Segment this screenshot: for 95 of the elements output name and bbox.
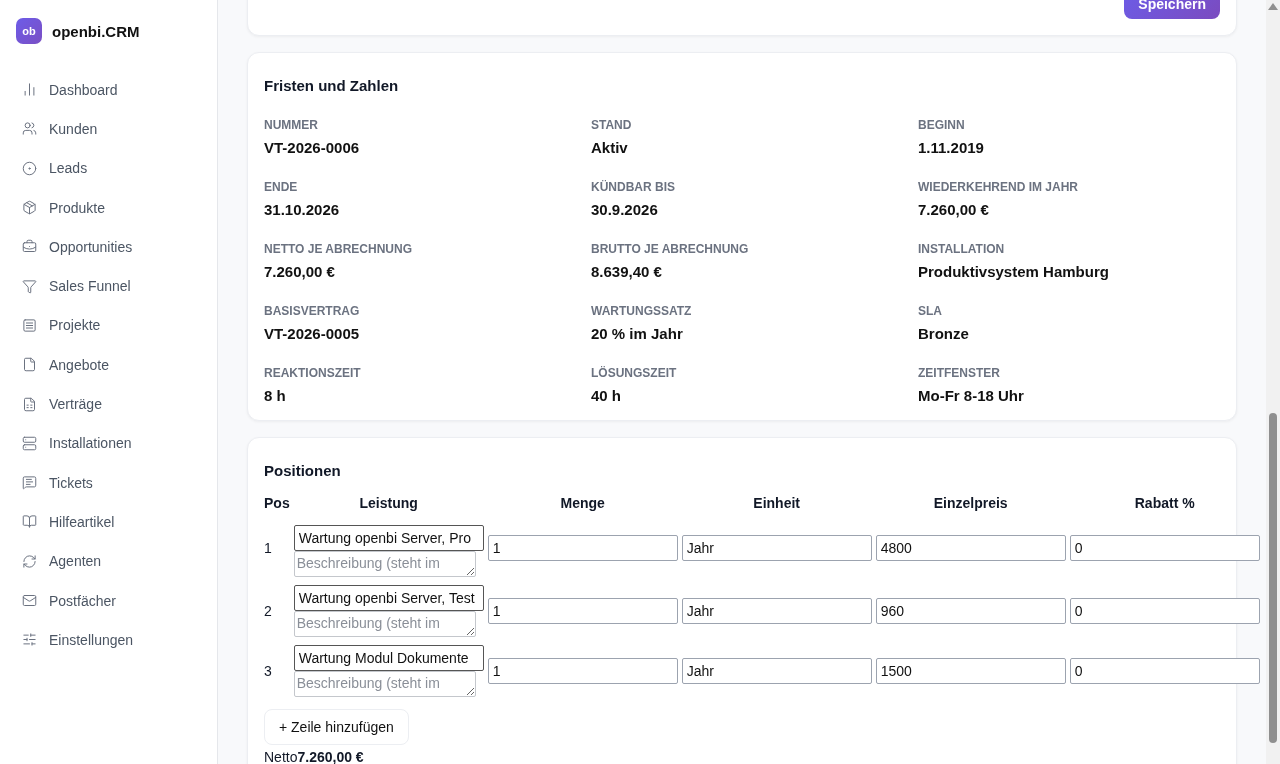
sidebar-item[interactable]: Sales Funnel: [16, 266, 201, 306]
field-value: VT-2026-0006: [264, 139, 361, 156]
field-label: WARTUNGSSATZ: [591, 304, 693, 318]
sidebar-item[interactable]: Einstellungen: [16, 620, 201, 660]
description-field[interactable]: Beschreibung (steht im: [293, 611, 476, 637]
description-field[interactable]: Beschreibung (steht im: [293, 671, 476, 697]
scroll-up-icon[interactable]: [1268, 2, 1278, 10]
field-label: ZEITFENSTER: [918, 366, 1001, 380]
quantity-field[interactable]: 1: [487, 658, 678, 684]
field-value: 1.11.2019: [918, 139, 985, 156]
sidebar-item[interactable]: Postfächer: [16, 580, 201, 621]
file-icon: [22, 357, 37, 373]
server-icon: [22, 435, 37, 451]
position-number: 3: [264, 662, 273, 681]
target-icon: [22, 160, 37, 176]
field-label: NETTO JE ABRECHNUNG: [264, 242, 413, 256]
unit-field[interactable]: Jahr: [681, 598, 872, 624]
field-label: REAKTIONSZEIT: [264, 366, 362, 380]
sidebar-item[interactable]: Angebote: [16, 345, 201, 385]
field-value: Bronze: [918, 325, 970, 342]
field-label: ENDE: [264, 180, 299, 194]
settings-icon: [22, 632, 37, 648]
field-value: 7.260,00 €: [264, 263, 336, 280]
field-value: 8.639,40 €: [591, 263, 663, 280]
sidebar-item[interactable]: Installationen: [16, 423, 201, 463]
mail-icon: [22, 593, 37, 608]
field-label: LÖSUNGSZEIT: [591, 366, 678, 380]
field-label: STAND: [591, 118, 633, 132]
field-value: 7.260,00 €: [918, 201, 990, 218]
filter-icon: [22, 278, 37, 294]
app-name: openbi.CRM: [52, 22, 140, 40]
list-icon: [22, 317, 37, 333]
price-field[interactable]: 4800: [875, 535, 1066, 561]
chart-icon: [22, 82, 37, 98]
quantity-field[interactable]: 1: [487, 598, 678, 624]
sidebar-item[interactable]: Tickets: [16, 462, 201, 503]
field-value: 20 % im Jahr: [591, 325, 684, 342]
unit-field[interactable]: Jahr: [681, 535, 872, 561]
book-icon: [22, 514, 37, 530]
discount-field[interactable]: 0: [1069, 535, 1260, 561]
service-field[interactable]: Wartung Modul Dokumente: [293, 645, 484, 671]
briefcase-icon: [22, 239, 37, 255]
box-icon: [22, 200, 37, 216]
position-number: 2: [264, 602, 273, 621]
field-value: 40 h: [591, 387, 622, 404]
field-label: BEGINN: [918, 118, 966, 132]
column-header: Pos: [264, 495, 290, 513]
field-value: Aktiv: [591, 139, 629, 156]
service-field[interactable]: Wartung openbi Server, Test: [293, 585, 484, 611]
price-field[interactable]: 1500: [875, 658, 1066, 684]
sidebar-item[interactable]: Kunden: [16, 109, 201, 149]
field-label: BRUTTO JE ABRECHNUNG: [591, 242, 750, 256]
add-row-button[interactable]: + Zeile hinzufügen: [264, 709, 409, 745]
section-title: Positionen: [264, 462, 342, 479]
field-label: BASISVERTRAG: [264, 304, 361, 318]
message-icon: [22, 475, 37, 491]
field-value: 8 h: [264, 387, 287, 404]
quantity-field[interactable]: 1: [487, 535, 678, 561]
sidebar-item[interactable]: Leads: [16, 148, 201, 188]
column-header: Menge: [559, 495, 606, 513]
unit-field[interactable]: Jahr: [681, 658, 872, 684]
refresh-icon: [22, 553, 37, 569]
field-label: NUMMER: [264, 118, 319, 132]
field-label: INSTALLATION: [918, 242, 1006, 256]
service-field[interactable]: Wartung openbi Server, Pro: [293, 525, 484, 551]
users-icon: [22, 121, 37, 137]
field-value: 31.10.2026: [264, 201, 341, 218]
column-header: Rabatt %: [1133, 495, 1196, 513]
column-header: Einzelpreis: [932, 495, 1009, 513]
sidebar-item[interactable]: Projekte: [16, 305, 201, 346]
document-icon: [22, 396, 37, 412]
discount-field[interactable]: 0: [1069, 658, 1260, 684]
field-value: Produktivsystem Hamburg: [918, 263, 1110, 280]
sidebar-item[interactable]: Produkte: [16, 187, 201, 228]
app-logo: ob: [16, 18, 42, 44]
sidebar-item[interactable]: Verträge: [16, 384, 201, 424]
scroll-thumb[interactable]: [1269, 413, 1277, 743]
sidebar-item[interactable]: Agenten: [16, 541, 201, 581]
description-field[interactable]: Beschreibung (steht im: [293, 551, 476, 577]
field-value: VT-2026-0005: [264, 325, 361, 342]
field-value: Mo-Fr 8-18 Uhr: [918, 387, 1025, 404]
field-label: SLA: [918, 304, 943, 318]
discount-field[interactable]: 0: [1069, 598, 1260, 624]
column-header: Einheit: [752, 495, 801, 513]
column-header: Leistung: [358, 495, 419, 513]
price-field[interactable]: 960: [875, 598, 1066, 624]
position-number: 1: [264, 539, 273, 558]
field-label: WIEDERKEHREND IM JAHR: [918, 180, 1079, 194]
sidebar-item[interactable]: Hilfeartikel: [16, 502, 201, 542]
field-label: KÜNDBAR BIS: [591, 180, 676, 194]
section-title: Fristen und Zahlen: [264, 77, 400, 94]
field-value: 30.9.2026: [591, 201, 659, 218]
net-total: Netto7.260,00 €: [264, 749, 365, 764]
sidebar-item[interactable]: Dashboard: [16, 70, 201, 110]
sidebar-item[interactable]: Opportunities: [16, 227, 201, 267]
